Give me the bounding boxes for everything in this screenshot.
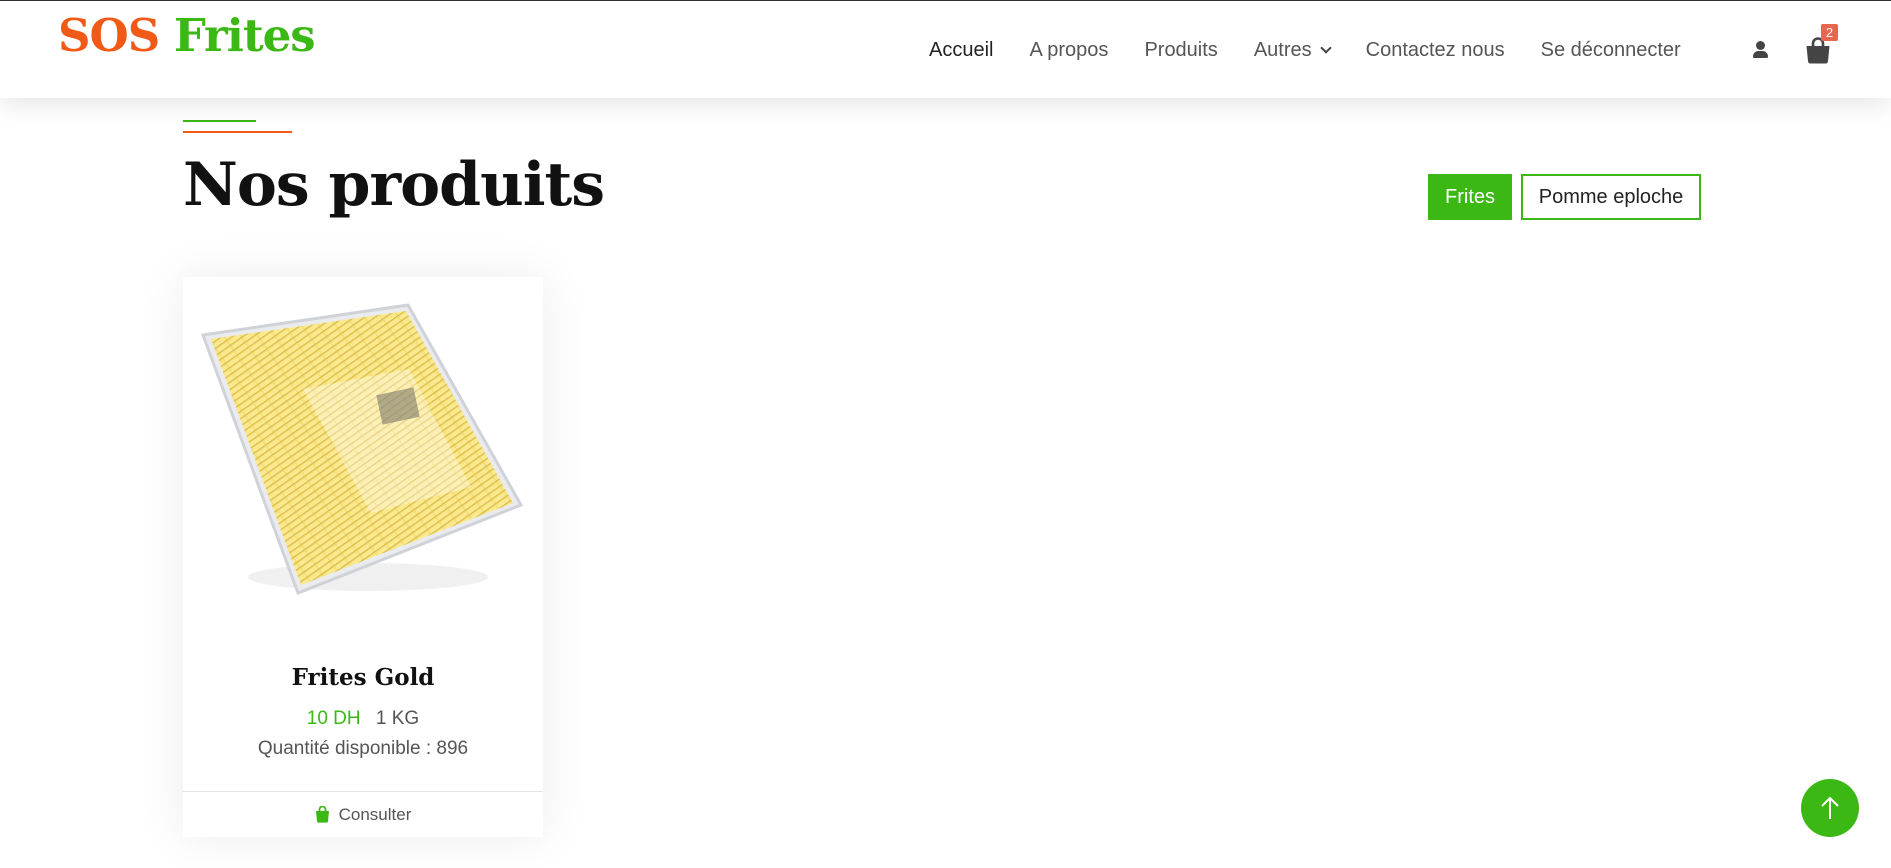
filter-frites-button[interactable]: Frites	[1428, 174, 1512, 220]
navbar: SOS Frites Accueil A propos Produits Aut…	[0, 1, 1891, 98]
product-weight: 1 KG	[375, 708, 420, 729]
nav-autres-dropdown[interactable]: Autres	[1253, 39, 1332, 62]
filter-pomme-eploche-button[interactable]: Pomme eploche	[1521, 174, 1701, 220]
logo-frites: Frites	[173, 9, 316, 62]
product-name: Frites Gold	[291, 664, 435, 691]
nav-contactez-nous[interactable]: Contactez nous	[1366, 39, 1505, 62]
cart-count-badge: 2	[1821, 24, 1838, 41]
nav-accueil[interactable]: Accueil	[929, 39, 993, 62]
product-card: Frites Gold 10 DH 1 KG Quantité disponib…	[183, 277, 543, 837]
product-image[interactable]	[183, 277, 543, 617]
arrow-up-icon	[1821, 796, 1839, 819]
back-to-top-button[interactable]	[1801, 779, 1859, 837]
product-price-line: 10 DH 1 KG	[183, 708, 543, 730]
nav-autres-label: Autres	[1253, 39, 1312, 61]
chevron-down-icon	[1319, 42, 1332, 54]
shopping-bag-icon	[1806, 37, 1830, 64]
brand-logo[interactable]: SOS Frites	[58, 9, 316, 62]
page-title: Nos produits	[183, 150, 605, 220]
nav-produits[interactable]: Produits	[1144, 39, 1217, 62]
consult-button[interactable]: Consulter	[183, 792, 543, 837]
title-decoration-green	[183, 120, 256, 122]
consult-label: Consulter	[338, 804, 412, 824]
nav-a-propos[interactable]: A propos	[1029, 39, 1108, 62]
user-icon-body	[1753, 51, 1768, 58]
nav-se-deconnecter[interactable]: Se déconnecter	[1541, 39, 1681, 62]
product-quantity: Quantité disponible : 896	[257, 738, 469, 759]
title-decoration-orange	[183, 131, 292, 133]
main-menu: Accueil A propos Produits Autres Contact…	[929, 39, 1717, 62]
product-price: 10 DH	[306, 708, 361, 729]
user-icon-head	[1756, 41, 1765, 50]
user-icon[interactable]	[1752, 41, 1768, 59]
logo-sos: SOS	[58, 9, 160, 62]
shopping-bag-icon	[315, 806, 330, 823]
cart-button[interactable]: 2	[1804, 24, 1838, 65]
